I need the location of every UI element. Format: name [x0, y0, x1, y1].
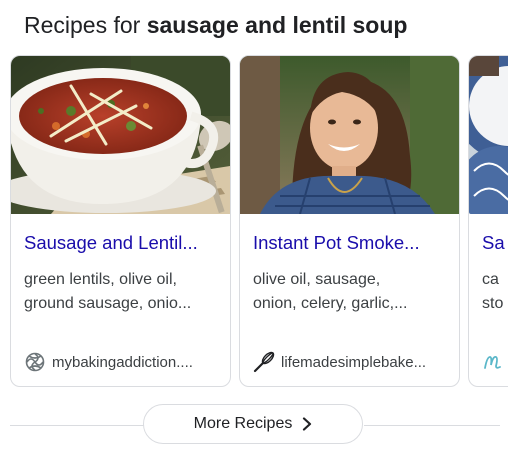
ingredients-line: green lentils, olive oil,: [24, 271, 177, 288]
spiral-logo-icon: [25, 352, 45, 372]
section-heading: Recipes for sausage and lentil soup: [24, 10, 407, 40]
heading-query: sausage and lentil soup: [146, 12, 408, 38]
whisk-icon: [253, 351, 275, 373]
source-domain: mybakingaddiction....: [52, 353, 193, 371]
recipe-title[interactable]: Sausage and Lentil...: [24, 232, 220, 254]
divider: [10, 425, 144, 426]
ingredients-line: olive oil, sausage,: [253, 271, 381, 288]
recipe-title[interactable]: Instant Pot Smoke...: [253, 232, 449, 254]
ingredients-line: sto: [482, 295, 504, 312]
recipe-carousel[interactable]: Sausage and Lentil... green lentils, oli…: [0, 55, 508, 391]
ingredients-line: onion, celery, garlic,...: [253, 295, 408, 312]
recipe-ingredients: green lentils, olive oil, ground sausage…: [24, 268, 220, 316]
recipe-ingredients: ca sto: [482, 268, 508, 316]
ingredients-line: ground sausage, onio...: [24, 295, 192, 312]
recipe-source: lifemadesimplebake...: [253, 350, 453, 374]
recipe-source: mybakingaddiction....: [24, 350, 224, 374]
chevron-right-icon: [303, 417, 312, 431]
more-recipes-label: More Recipes: [193, 415, 293, 432]
recipe-image-soup[interactable]: [11, 56, 230, 214]
ingredients-line: ca: [482, 271, 499, 288]
more-recipes-button[interactable]: More Recipes: [143, 404, 363, 444]
recipe-image-partial[interactable]: [469, 56, 508, 214]
heading-prefix: Recipes for: [24, 12, 147, 38]
recipe-card[interactable]: Sa ca sto: [468, 55, 508, 387]
script-m-logo-icon: [484, 356, 501, 369]
recipe-title[interactable]: Sa: [482, 232, 508, 254]
divider: [364, 425, 500, 426]
recipe-ingredients: olive oil, sausage, onion, celery, garli…: [253, 268, 449, 316]
recipe-image-author[interactable]: [240, 56, 459, 214]
source-domain: lifemadesimplebake...: [281, 353, 427, 371]
recipe-card[interactable]: Sausage and Lentil... green lentils, oli…: [10, 55, 231, 387]
recipe-source: [482, 350, 508, 374]
recipe-card[interactable]: Instant Pot Smoke... olive oil, sausage,…: [239, 55, 460, 387]
